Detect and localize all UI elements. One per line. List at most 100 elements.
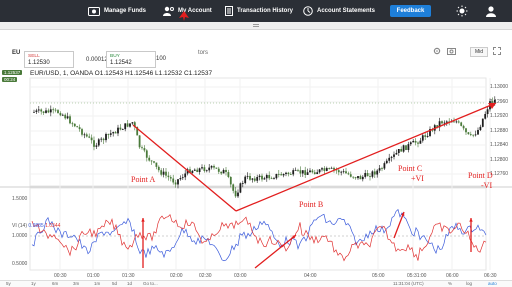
feedback-button[interactable]: Feedback — [390, 5, 431, 17]
candle — [462, 125, 465, 129]
candle — [297, 169, 299, 171]
candle — [52, 109, 55, 111]
candle — [280, 174, 283, 176]
candle — [265, 175, 268, 179]
scale-toggle[interactable]: log — [466, 281, 472, 286]
range-button[interactable]: 3m — [73, 281, 79, 286]
nav-transaction-history-label: Transaction History — [237, 8, 294, 14]
candle — [393, 154, 395, 157]
candle — [57, 110, 59, 114]
time-tick: 03:00 — [234, 273, 247, 279]
candle — [275, 173, 278, 179]
candle — [371, 171, 374, 177]
candle — [64, 114, 67, 119]
candle — [474, 134, 477, 136]
range-button[interactable]: 1d — [127, 281, 132, 286]
candle — [153, 161, 155, 163]
candle — [71, 123, 74, 125]
candle — [117, 127, 119, 134]
candle — [232, 184, 235, 191]
candle — [59, 113, 62, 116]
nav-account-statements[interactable]: Account Statements — [303, 0, 375, 22]
candle — [337, 170, 340, 173]
trend-line-up — [235, 102, 497, 212]
point-c-label: Point C — [398, 164, 423, 173]
candle — [376, 170, 379, 175]
range-button[interactable]: 5y — [6, 281, 11, 286]
candle — [217, 168, 220, 172]
candle — [69, 116, 71, 124]
candle — [325, 168, 328, 171]
candle — [203, 167, 206, 172]
candle — [445, 121, 448, 123]
candle — [299, 170, 302, 174]
user-icon[interactable] — [485, 5, 497, 17]
manage-funds-icon — [88, 6, 100, 16]
candle — [340, 171, 343, 173]
point-a-label: Point A — [131, 175, 156, 184]
candle — [484, 114, 487, 119]
candle — [150, 160, 153, 162]
candle — [220, 171, 223, 174]
nav-account-statements-label: Account Statements — [317, 8, 376, 14]
candle — [333, 167, 335, 170]
arrow-point-d-head — [469, 218, 473, 222]
candle — [205, 170, 208, 172]
candle — [419, 140, 422, 144]
candle — [246, 175, 249, 177]
candle — [263, 178, 266, 180]
range-button[interactable]: Go to... — [143, 281, 158, 286]
candle — [316, 172, 319, 175]
scale-toggle[interactable]: % — [448, 281, 452, 286]
candle — [352, 176, 355, 178]
candle — [373, 171, 376, 175]
range-button[interactable]: 6m — [52, 281, 58, 286]
candle — [201, 167, 203, 169]
candle — [184, 173, 187, 178]
candle — [90, 137, 93, 141]
candle — [323, 168, 326, 171]
candle — [270, 178, 273, 180]
brightness-icon[interactable] — [456, 5, 468, 17]
candle — [155, 162, 158, 167]
candle — [61, 114, 64, 116]
candle — [414, 140, 417, 143]
vi-legend: VI (14) 0.9885 1.0344 — [12, 223, 60, 229]
transaction-history-icon — [225, 6, 233, 16]
candle — [402, 145, 405, 152]
time-tick: 06:00 — [446, 273, 459, 279]
panel-divider[interactable] — [0, 22, 512, 30]
instrument-name: EUR/USD, 1, OANDA — [30, 70, 93, 77]
candle — [148, 157, 151, 161]
candle — [457, 121, 460, 123]
candle — [318, 169, 321, 173]
point-b-label: Point B — [299, 200, 324, 209]
resize-grip[interactable] — [253, 24, 259, 27]
candle — [388, 157, 391, 161]
candle — [253, 178, 256, 181]
range-button[interactable]: 1m — [94, 281, 100, 286]
candle — [126, 123, 129, 127]
candle — [97, 139, 100, 146]
nav-transaction-history[interactable]: Transaction History — [225, 0, 293, 22]
candle — [285, 172, 287, 175]
time-tick: 02:00 — [170, 273, 183, 279]
candle — [460, 122, 463, 126]
range-button[interactable]: 5d — [112, 281, 117, 286]
candle — [244, 176, 247, 184]
candle — [472, 134, 475, 136]
candle — [301, 170, 304, 174]
scale-toggle[interactable]: auto — [488, 281, 497, 286]
range-button[interactable]: 1y — [31, 281, 36, 286]
price-tick: 1.12840 — [490, 142, 509, 148]
time-tick: 02:30 — [199, 273, 212, 279]
price-chart[interactable] — [0, 30, 512, 287]
candle — [395, 152, 398, 155]
candle — [405, 145, 407, 150]
time-tick: 01:30 — [122, 273, 135, 279]
candle — [249, 175, 251, 180]
candle — [37, 109, 40, 111]
candle — [210, 165, 213, 168]
nav-manage-funds[interactable]: Manage Funds — [88, 0, 146, 22]
candle — [306, 172, 309, 175]
